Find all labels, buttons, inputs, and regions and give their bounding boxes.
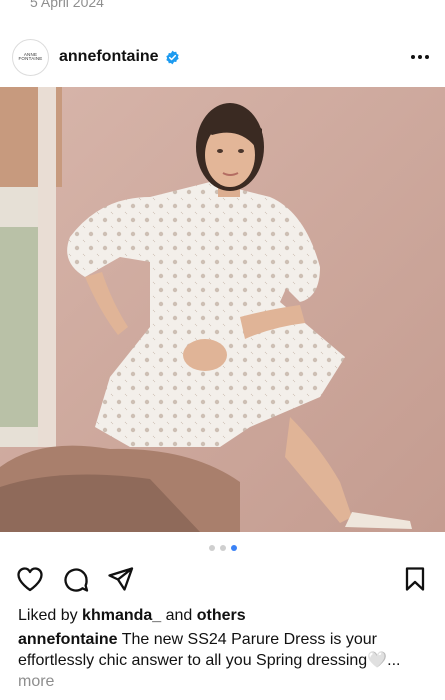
carousel-dot: [219, 545, 226, 551]
avatar-text: ANNE FONTAINE: [18, 51, 43, 61]
carousel-dot-active: [230, 545, 237, 551]
caption-user[interactable]: annefontaine: [18, 631, 118, 648]
likes-prefix: Liked by: [18, 607, 83, 624]
post-header: ANNE FONTAINE annefontaine: [0, 32, 445, 82]
carousel-dot: [208, 545, 215, 551]
photo-dress-model: [0, 87, 445, 532]
caption-more-link[interactable]: more: [18, 673, 54, 690]
more-options-icon[interactable]: [411, 47, 429, 67]
caption-emoji: 🤍: [367, 652, 388, 669]
post-actions: [0, 566, 445, 594]
likes-others[interactable]: others: [197, 607, 246, 624]
post-date: 5 April 2024: [30, 0, 104, 10]
heart-icon[interactable]: [16, 566, 44, 597]
share-icon[interactable]: [107, 566, 135, 597]
bookmark-icon[interactable]: [403, 566, 427, 597]
likes-summary: Liked by khmanda_ and others: [18, 607, 246, 625]
comment-icon[interactable]: [62, 566, 90, 599]
post-caption: annefontaine The new SS24 Parure Dress i…: [18, 629, 430, 692]
carousel-indicator: [0, 545, 445, 551]
likes-middle: and: [161, 607, 197, 624]
verified-badge-icon: [165, 50, 180, 65]
post-image[interactable]: [0, 87, 445, 532]
avatar[interactable]: ANNE FONTAINE: [12, 38, 49, 76]
liked-by-user[interactable]: khmanda_: [82, 607, 161, 624]
account-name[interactable]: annefontaine: [59, 48, 159, 66]
caption-ellipsis: ...: [387, 652, 401, 669]
